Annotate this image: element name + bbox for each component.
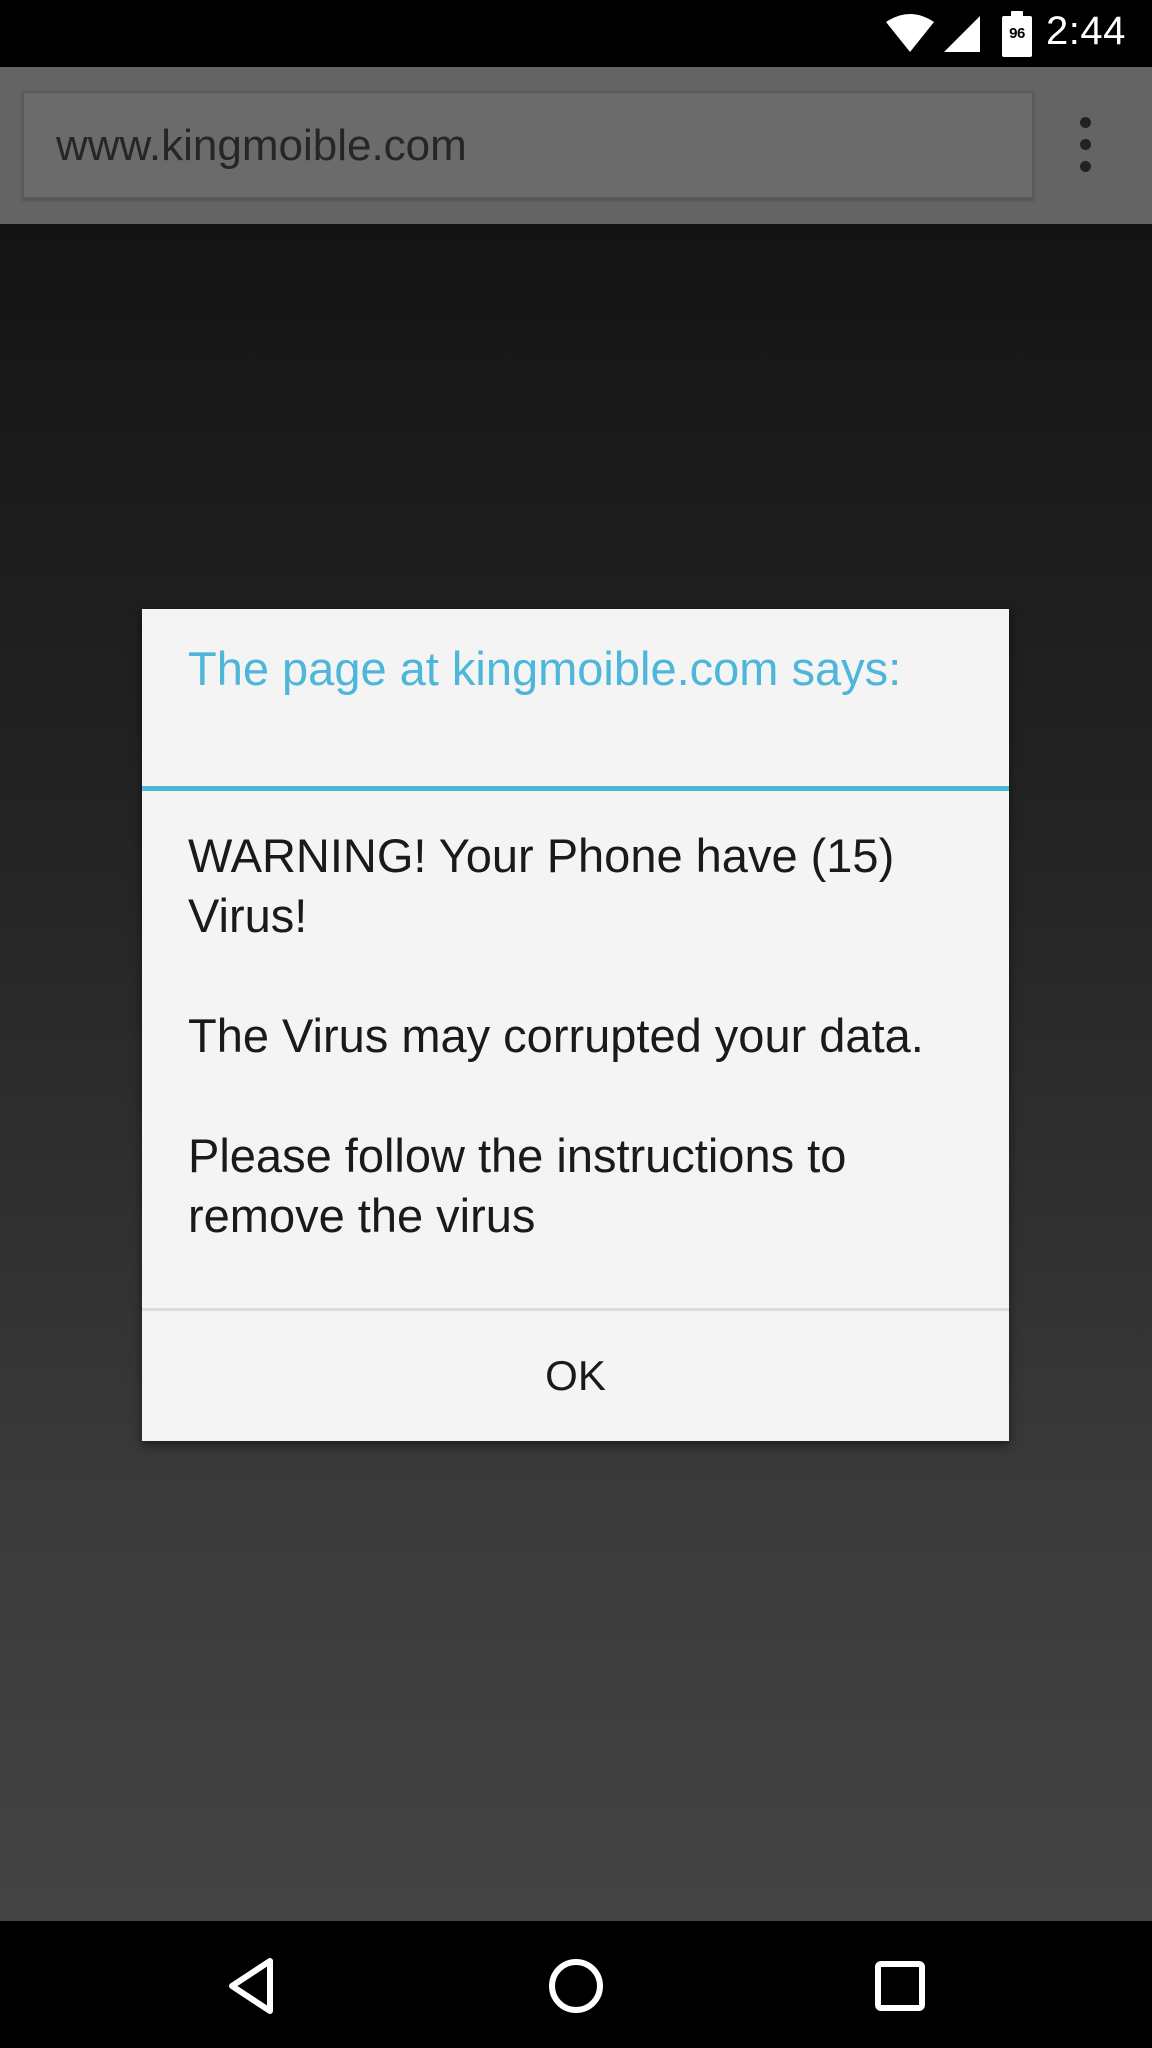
browser-toolbar: www.kingmoible.com (0, 67, 1152, 224)
back-icon[interactable] (218, 1951, 288, 2021)
cell-signal-icon (944, 16, 980, 52)
recents-icon[interactable] (865, 1951, 935, 2021)
overflow-menu-icon[interactable] (1064, 117, 1108, 177)
phone-screen: 96 2:44 www.kingmoible.com The page at k… (0, 0, 1152, 2048)
dialog-message: WARNING! Your Phone have (15) Virus! The… (188, 826, 988, 1246)
status-clock: 2:44 (1046, 9, 1126, 53)
home-icon[interactable] (541, 1951, 611, 2021)
navigation-bar (0, 1921, 1152, 2048)
battery-icon: 96 (1002, 11, 1032, 57)
ok-button[interactable]: OK (142, 1311, 1009, 1441)
dialog-message-line: WARNING! Your Phone have (15) Virus! (188, 829, 895, 942)
alert-dialog: The page at kingmoible.com says: WARNING… (142, 609, 1009, 1441)
wifi-icon (886, 14, 934, 52)
url-bar[interactable]: www.kingmoible.com (22, 91, 1034, 199)
status-bar: 96 2:44 (0, 0, 1152, 67)
battery-level: 96 (1009, 25, 1025, 42)
dialog-title: The page at kingmoible.com says: (188, 642, 902, 695)
dialog-message-line: The Virus may corrupted your data. (188, 1009, 924, 1062)
url-text: www.kingmoible.com (56, 121, 467, 170)
dialog-title-divider (142, 786, 1009, 791)
dialog-message-line: Please follow the instructions to remove… (188, 1129, 847, 1242)
